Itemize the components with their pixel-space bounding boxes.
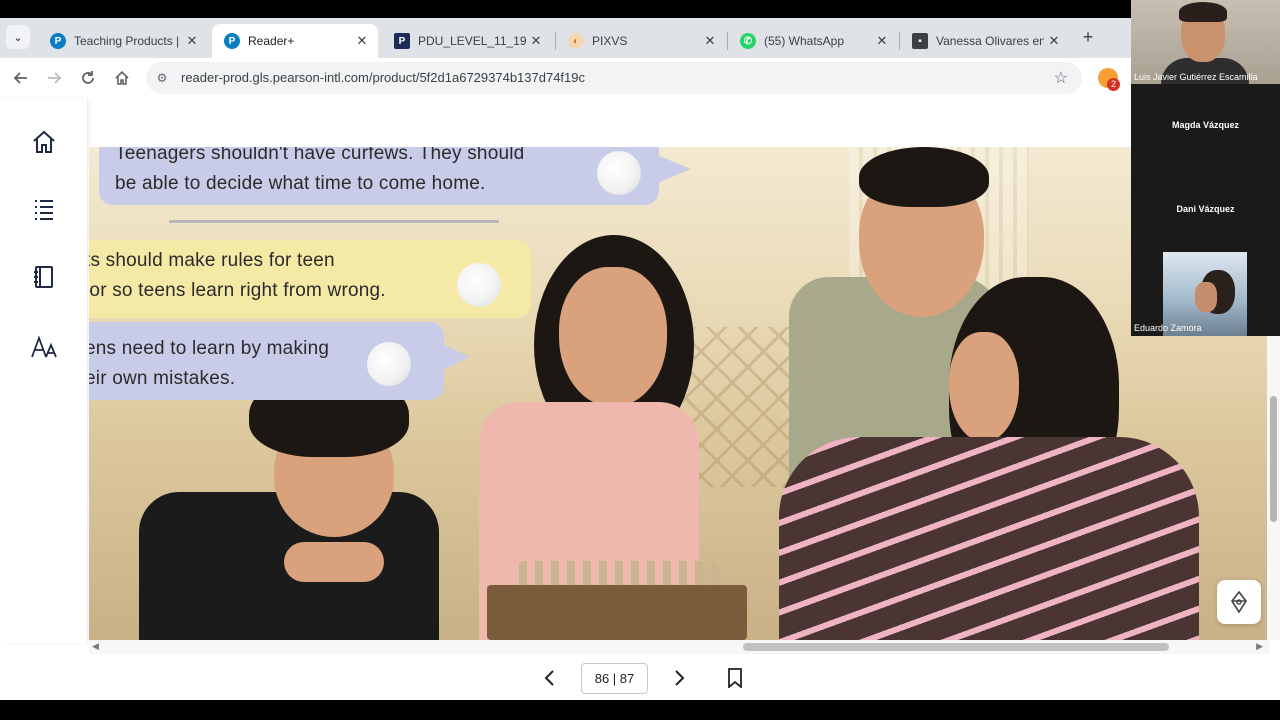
top-black-strip [0, 0, 1131, 18]
divider-line [169, 220, 499, 223]
speech-bubble-mistakes: ens need to learn by making eir own mist… [89, 322, 470, 400]
speech-bubble-curfews: Teenagers shouldn't have curfews. They s… [99, 147, 691, 205]
vertical-scroll-thumb[interactable] [1270, 396, 1277, 522]
video-call-panel: Luis Javier Gutiérrez Escamilla Magda Vá… [1131, 0, 1280, 336]
chess-board [487, 585, 747, 640]
close-tab-icon[interactable]: ✕ [352, 33, 372, 49]
page-indicator[interactable]: 86 | 87 [581, 663, 648, 694]
bookmark-star-icon[interactable]: ☆ [1054, 68, 1068, 88]
reload-icon[interactable] [76, 66, 100, 90]
font-size-icon[interactable] [28, 331, 60, 363]
whatsapp-icon: ✆ [740, 33, 756, 49]
tab-reader-plus[interactable]: P Reader+ ✕ [212, 24, 378, 58]
extension-badge: 2 [1107, 78, 1120, 91]
home-icon[interactable] [110, 66, 134, 90]
previous-page-icon[interactable] [537, 666, 561, 690]
participant-name-dani: Dani Vázquez [1176, 204, 1235, 214]
close-tab-icon[interactable]: ✕ [182, 33, 202, 49]
vertical-scrollbar[interactable] [1267, 336, 1280, 640]
new-tab-plus-icon[interactable]: + [1077, 26, 1099, 48]
notebook-icon[interactable] [28, 261, 60, 293]
url-text[interactable]: reader-prod.gls.pearson-intl.com/product… [181, 70, 585, 85]
pixvs-icon: ◐ [568, 33, 584, 49]
bubble-audio-dot[interactable] [367, 342, 411, 386]
bookmark-icon[interactable] [723, 666, 747, 690]
back-arrow-icon[interactable] [9, 66, 33, 90]
tab-vanessa-olivares[interactable]: ▪ Vanessa Olivares en E ✕ [900, 24, 1070, 58]
page-navigation: 86 | 87 [0, 654, 1280, 700]
close-tab-icon[interactable]: ✕ [1044, 33, 1064, 49]
scroll-left-icon[interactable]: ◀ [92, 641, 99, 652]
reader-side-rail [0, 98, 88, 643]
speech-bubble-rules: ts should make rules for teen ior so tee… [89, 240, 531, 318]
close-tab-icon[interactable]: ✕ [872, 33, 892, 49]
tab-pixvs[interactable]: ◐ PIXVS ✕ [556, 24, 726, 58]
textbook-illustration: Teenagers shouldn't have curfews. They s… [89, 147, 1269, 640]
close-tab-icon[interactable]: ✕ [526, 33, 546, 49]
tab-pdu-level[interactable]: P PDU_LEVEL_11_1900_ ✕ [382, 24, 552, 58]
site-info-icon[interactable]: ⚙ [154, 70, 170, 86]
horizontal-scroll-thumb[interactable] [743, 643, 1169, 651]
home-icon[interactable] [28, 126, 60, 158]
tab-search-chevron-icon[interactable]: ⌄ [6, 25, 30, 49]
bubble-audio-dot[interactable] [457, 263, 501, 307]
participant-name-eduardo: Eduardo Zamora [1134, 323, 1202, 333]
tab-whatsapp[interactable]: ✆ (55) WhatsApp ✕ [728, 24, 898, 58]
scroll-right-icon[interactable]: ▶ [1256, 641, 1263, 652]
pearson-icon: P [50, 33, 66, 49]
pearson-icon: P [224, 33, 240, 49]
address-bar[interactable]: ⚙ reader-prod.gls.pearson-intl.com/produ… [146, 62, 1082, 94]
browser-toolbar: ⚙ reader-prod.gls.pearson-intl.com/produ… [0, 58, 1131, 98]
meet-icon: ▪ [912, 33, 928, 49]
tab-teaching-products[interactable]: P Teaching Products | T ✕ [38, 24, 208, 58]
horizontal-scrollbar[interactable]: ◀ ▶ [89, 640, 1269, 654]
contents-list-icon[interactable] [28, 193, 60, 225]
forward-arrow-icon[interactable] [42, 66, 66, 90]
next-page-icon[interactable] [668, 666, 692, 690]
participant-name-magda: Magda Vázquez [1171, 120, 1239, 130]
pen-tool-icon[interactable] [1217, 580, 1261, 624]
tab-strip: ⌄ P Teaching Products | T ✕ P Reader+ ✕ … [0, 18, 1131, 58]
participant-video-luis: Luis Javier Gutiérrez Escamilla [1131, 0, 1280, 84]
bottom-black-strip [0, 700, 1280, 720]
close-tab-icon[interactable]: ✕ [700, 33, 720, 49]
pearson-p-icon: P [394, 33, 410, 49]
bubble-audio-dot[interactable] [597, 151, 641, 195]
